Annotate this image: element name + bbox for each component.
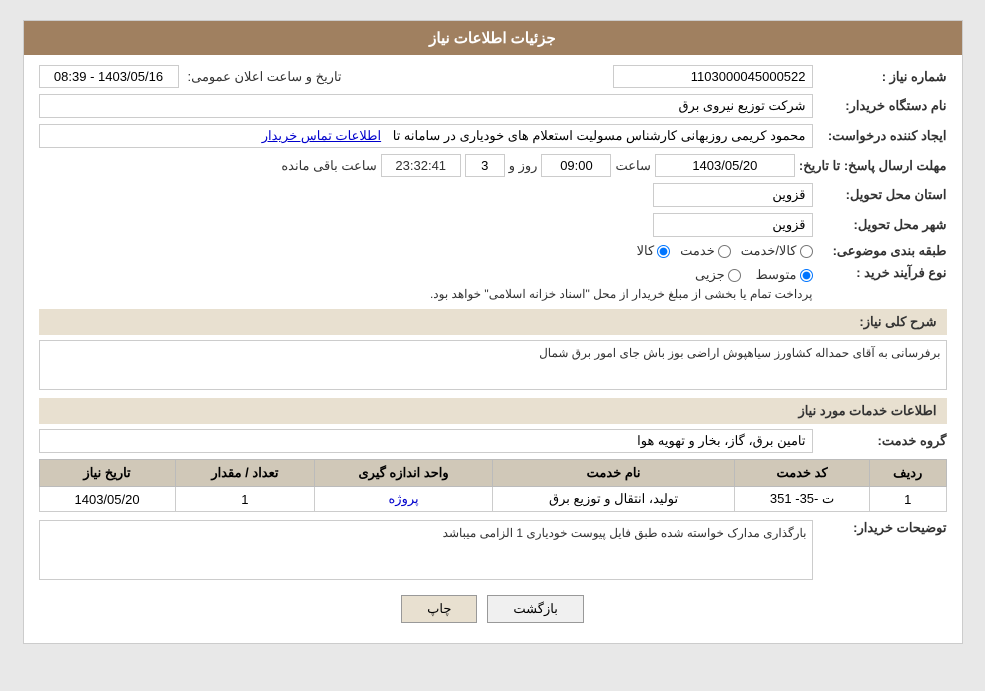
creator-value: محمود کریمی روزبهانی کارشناس مسولیت استع… xyxy=(39,124,813,148)
buyer-org-label: نام دستگاه خریدار: xyxy=(817,98,947,114)
col-unit: واحد اندازه گیری xyxy=(315,460,493,487)
cell-service-name: تولید، انتقال و توزیع برق xyxy=(492,487,734,512)
need-number-value: 1103000045000522 xyxy=(613,65,813,88)
category-label: طبقه بندی موضوعی: xyxy=(817,243,947,259)
city-value: قزوین xyxy=(653,213,813,237)
buyer-org-row: نام دستگاه خریدار: شرکت توزیع نیروی برق xyxy=(39,94,947,118)
purchase-type-options: متوسط جزیی xyxy=(430,267,813,283)
category-radio-group: کالا/خدمت خدمت کالا xyxy=(637,243,813,259)
table-row: 1 ت -35- 351 تولید، انتقال و توزیع برق پ… xyxy=(39,487,946,512)
print-button[interactable]: چاپ xyxy=(401,595,477,623)
buyer-notes-row: توضیحات خریدار: بارگذاری مدارک خواسته شد… xyxy=(39,520,947,580)
button-row: بازگشت چاپ xyxy=(39,595,947,623)
service-group-row: گروه خدمت: تامین برق، گاز، بخار و تهویه … xyxy=(39,429,947,453)
buyer-notes-value: بارگذاری مدارک خواسته شده طبق فایل پیوست… xyxy=(39,520,813,580)
time-label: ساعت xyxy=(615,158,650,174)
col-service-code: کد خدمت xyxy=(735,460,870,487)
response-date: 1403/05/20 xyxy=(655,154,795,177)
cell-row-num: 1 xyxy=(869,487,946,512)
countdown-value: 23:32:41 xyxy=(381,154,461,177)
need-description-header: شرح کلی نیاز: xyxy=(39,309,947,335)
cell-service-code: ت -35- 351 xyxy=(735,487,870,512)
main-container: جزئیات اطلاعات نیاز شماره نیاز : 1103000… xyxy=(23,20,963,644)
deadline-row: مهلت ارسال پاسخ: تا تاریخ: 1403/05/20 سا… xyxy=(39,154,947,177)
purchase-desc: پرداخت تمام یا بخشی از مبلغ خریدار از مح… xyxy=(430,287,813,301)
announcement-value: 1403/05/16 - 08:39 xyxy=(39,65,179,88)
city-row: شهر محل تحویل: قزوین xyxy=(39,213,947,237)
deadline-label: مهلت ارسال پاسخ: تا تاریخ: xyxy=(799,158,947,174)
response-days: 3 xyxy=(465,154,505,177)
need-number-label: شماره نیاز : xyxy=(817,69,947,85)
services-section-header: اطلاعات خدمات مورد نیاز xyxy=(39,398,947,424)
col-date: تاریخ نیاز xyxy=(39,460,175,487)
days-label: روز و xyxy=(509,158,538,174)
col-service-name: نام خدمت xyxy=(492,460,734,487)
city-label: شهر محل تحویل: xyxy=(817,217,947,233)
category-row: طبقه بندی موضوعی: کالا/خدمت خدمت کالا xyxy=(39,243,947,259)
purchase-option-jozii: جزیی xyxy=(695,267,741,283)
col-quantity: تعداد / مقدار xyxy=(175,460,315,487)
category-radio-khedmat[interactable] xyxy=(718,245,731,258)
creator-link[interactable]: اطلاعات تماس خریدار xyxy=(262,128,381,143)
page-title: جزئیات اطلاعات نیاز xyxy=(24,21,962,55)
back-button[interactable]: بازگشت xyxy=(487,595,583,623)
table-header-row: ردیف کد خدمت نام خدمت واحد اندازه گیری ت… xyxy=(39,460,946,487)
cell-date: 1403/05/20 xyxy=(39,487,175,512)
cell-unit: پروژه xyxy=(315,487,493,512)
province-row: استان محل تحویل: قزوین xyxy=(39,183,947,207)
category-option-kala-khedmat: کالا/خدمت xyxy=(741,243,813,259)
purchase-radio-motawaset[interactable] xyxy=(800,269,813,282)
col-row-num: ردیف xyxy=(869,460,946,487)
category-option-kala: کالا xyxy=(637,243,671,259)
creator-label: ایجاد کننده درخواست: xyxy=(817,128,947,144)
response-time: 09:00 xyxy=(541,154,611,177)
buyer-notes-label: توضیحات خریدار: xyxy=(817,520,947,536)
purchase-radio-jozii[interactable] xyxy=(728,269,741,282)
category-option-khedmat: خدمت xyxy=(680,243,731,259)
service-group-value: تامین برق، گاز، بخار و تهویه هوا xyxy=(39,429,813,453)
need-description-value: برفرسانی به آقای حمداله کشاورز سیاهپوش ا… xyxy=(39,340,947,390)
purchase-option-motawaset: متوسط xyxy=(756,267,813,283)
category-radio-kala-khedmat[interactable] xyxy=(800,245,813,258)
countdown-label: ساعت باقی مانده xyxy=(281,158,376,174)
services-table: ردیف کد خدمت نام خدمت واحد اندازه گیری ت… xyxy=(39,459,947,512)
province-value: قزوین xyxy=(653,183,813,207)
province-label: استان محل تحویل: xyxy=(817,187,947,203)
purchase-type-row: نوع فرآیند خرید : متوسط جزیی پرداخت تمام… xyxy=(39,265,947,301)
buyer-org-value: شرکت توزیع نیروی برق xyxy=(39,94,813,118)
creator-row: ایجاد کننده درخواست: محمود کریمی روزبهان… xyxy=(39,124,947,148)
form-content: شماره نیاز : 1103000045000522 تاریخ و سا… xyxy=(24,55,962,643)
category-radio-kala[interactable] xyxy=(657,245,670,258)
announcement-label: تاریخ و ساعت اعلان عمومی: xyxy=(188,69,342,85)
service-group-label: گروه خدمت: xyxy=(817,433,947,449)
purchase-type-label: نوع فرآیند خرید : xyxy=(817,265,947,281)
need-number-row: شماره نیاز : 1103000045000522 تاریخ و سا… xyxy=(39,65,947,88)
cell-quantity: 1 xyxy=(175,487,315,512)
